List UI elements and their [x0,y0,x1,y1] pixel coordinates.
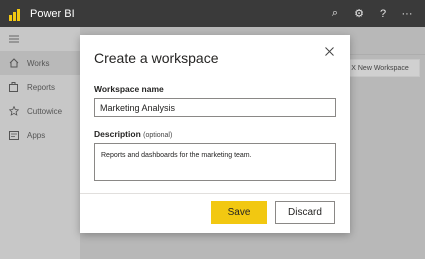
sidebar-item-apps[interactable]: Apps [0,123,80,147]
sidebar-item-reports[interactable]: Reports [0,75,80,99]
report-icon [8,82,19,93]
app-header: Power BI ⌕ ⚙ ? ··· [0,0,425,27]
sidebar-item-label: Cuttowice [27,106,63,116]
hamburger-icon [8,34,19,45]
sidebar-item-label: Reports [27,82,56,92]
sidebar-item-label: Apps [27,130,46,140]
workspace-name-input[interactable] [94,98,336,117]
workspace-name-label: Workspace name [94,84,164,94]
close-icon [324,43,334,61]
new-workspace-button[interactable]: X New Workspace [340,59,420,77]
optional-hint: (optional) [143,132,173,139]
app-title: Power BI [30,7,75,20]
gear-icon[interactable]: ⚙ [347,0,371,27]
header-actions: ⌕ ⚙ ? ··· [323,0,419,27]
home-icon [8,58,19,69]
search-icon[interactable]: ⌕ [323,0,347,27]
dialog-title: Create a workspace [94,50,219,66]
apps-icon [8,130,19,141]
description-label: Description (optional) [94,129,172,139]
help-icon[interactable]: ? [371,0,395,27]
star-icon [8,106,19,117]
sidebar: Works Reports Cuttowice Apps [0,27,80,259]
more-icon[interactable]: ··· [395,0,419,27]
sidebar-item-favorites[interactable]: Cuttowice [0,99,80,123]
power-bi-logo-icon [9,7,23,21]
close-button[interactable] [322,45,336,59]
sidebar-item-workspaces[interactable]: Works [0,51,80,75]
create-workspace-dialog: Create a workspace Workspace name Descri… [80,35,350,233]
description-input[interactable]: Reports and dashboards for the marketing… [94,143,336,181]
save-button[interactable]: Save [211,201,267,224]
sidebar-menu-toggle[interactable] [0,27,80,51]
discard-button[interactable]: Discard [275,201,335,224]
sidebar-item-label: Works [27,58,50,68]
dialog-footer-divider [80,193,350,194]
description-label-text: Description [94,129,141,139]
